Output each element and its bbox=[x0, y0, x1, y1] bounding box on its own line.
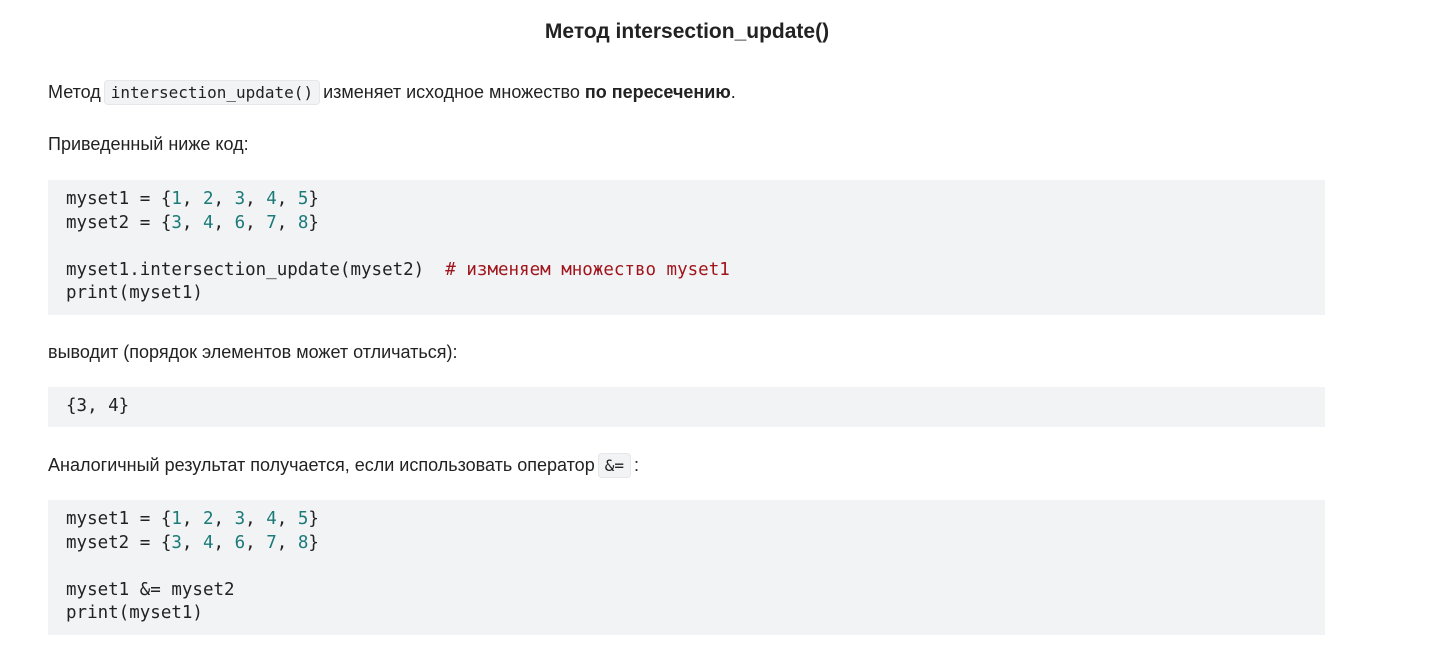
inline-code: intersection_update() bbox=[103, 80, 321, 105]
number-token: 4 bbox=[266, 189, 277, 209]
text: : bbox=[633, 455, 639, 475]
code-token: , bbox=[276, 212, 298, 233]
code-token: {3, 4} bbox=[66, 396, 130, 416]
paragraph-output-intro: выводит (порядок элементов может отличат… bbox=[48, 342, 458, 362]
paragraph-code-intro: Приведенный ниже код: bbox=[48, 134, 249, 154]
code-line: myset1 = {1, 2, 3, 4, 5} bbox=[66, 188, 1307, 212]
code-token: myset1 &= myset2 bbox=[66, 579, 235, 600]
number-token: 8 bbox=[297, 212, 309, 233]
number-token: 4 bbox=[266, 509, 277, 529]
number-token: 7 bbox=[266, 212, 277, 233]
number-token: 3 bbox=[234, 189, 246, 209]
number-token: 4 bbox=[202, 212, 214, 233]
code-token: , bbox=[181, 189, 203, 209]
page-title: Метод intersection_update() bbox=[544, 20, 830, 43]
code-token: } bbox=[308, 212, 319, 233]
code-line: print(myset1) bbox=[66, 282, 1307, 306]
code-token: , bbox=[181, 532, 203, 553]
number-token: 3 bbox=[171, 532, 182, 553]
number-token: 3 bbox=[234, 509, 246, 529]
code-line: myset2 = {3, 4, 6, 7, 8} bbox=[66, 532, 1307, 556]
code-line: myset1 &= myset2 bbox=[66, 579, 1307, 603]
code-token: , bbox=[276, 189, 298, 209]
output-block: {3, 4} bbox=[48, 387, 1325, 427]
code-token: } bbox=[308, 509, 319, 529]
number-token: 1 bbox=[171, 509, 182, 529]
code-token: , bbox=[245, 509, 267, 529]
number-token: 7 bbox=[266, 532, 277, 553]
code-token: myset2 = { bbox=[66, 212, 172, 233]
code-token: } bbox=[308, 532, 319, 553]
code-token: , bbox=[213, 212, 235, 233]
code-line: myset2 = {3, 4, 6, 7, 8} bbox=[66, 212, 1307, 236]
inline-code: &= bbox=[597, 453, 631, 478]
paragraph-intro: Метод intersection_update() изменяет исход… bbox=[48, 79, 736, 106]
code-token: , bbox=[213, 509, 235, 529]
code-block-operator: myset1 = {1, 2, 3, 4, 5} myset2 = {3, 4, … bbox=[48, 500, 1325, 635]
code-token: } bbox=[308, 189, 319, 209]
code-token: , bbox=[245, 532, 267, 553]
number-token: 2 bbox=[202, 189, 214, 209]
code-token: , bbox=[181, 212, 203, 233]
code-token: , bbox=[276, 509, 298, 529]
code-token: print(myset1) bbox=[66, 603, 203, 623]
code-line: myset1 = {1, 2, 3, 4, 5} bbox=[66, 508, 1307, 532]
code-token: myset1 = { bbox=[66, 189, 172, 209]
number-token: 1 bbox=[171, 189, 182, 209]
number-token: 5 bbox=[297, 189, 309, 209]
code-token: , bbox=[245, 212, 267, 233]
text: . bbox=[730, 82, 736, 102]
text: Аналогичный результат получается, если и… bbox=[48, 455, 595, 475]
code-token: myset1 = { bbox=[66, 509, 172, 529]
code-line: {3, 4} bbox=[66, 395, 1307, 419]
number-token: 2 bbox=[202, 509, 214, 529]
code-line: print(myset1) bbox=[66, 602, 1307, 626]
code-token: , bbox=[213, 189, 235, 209]
number-token: 6 bbox=[234, 532, 246, 553]
number-token: 5 bbox=[297, 509, 309, 529]
number-token: 4 bbox=[202, 532, 214, 553]
code-token: , bbox=[213, 532, 235, 553]
code-token: , bbox=[276, 532, 298, 553]
bold-text: по пересечению bbox=[584, 82, 731, 102]
code-token: myset1.intersection_update(myset2) bbox=[66, 259, 446, 280]
number-token: 6 bbox=[234, 212, 246, 233]
code-token: myset2 = { bbox=[66, 532, 172, 553]
text: изменяет исходное множество bbox=[323, 82, 580, 102]
code-token: , bbox=[245, 189, 267, 209]
number-token: 3 bbox=[171, 212, 182, 233]
code-token: print(myset1) bbox=[66, 283, 203, 303]
comment-token: # изменяем множество myset1 bbox=[445, 259, 730, 280]
text: Метод bbox=[48, 82, 101, 102]
code-token: , bbox=[181, 509, 203, 529]
number-token: 8 bbox=[297, 532, 309, 553]
paragraph-operator: Аналогичный результат получается, если и… bbox=[48, 452, 639, 479]
code-block: myset1 = {1, 2, 3, 4, 5} myset2 = {3, 4, … bbox=[48, 180, 1325, 315]
code-line: myset1.intersection_update(myset2) # изм… bbox=[66, 259, 1307, 283]
